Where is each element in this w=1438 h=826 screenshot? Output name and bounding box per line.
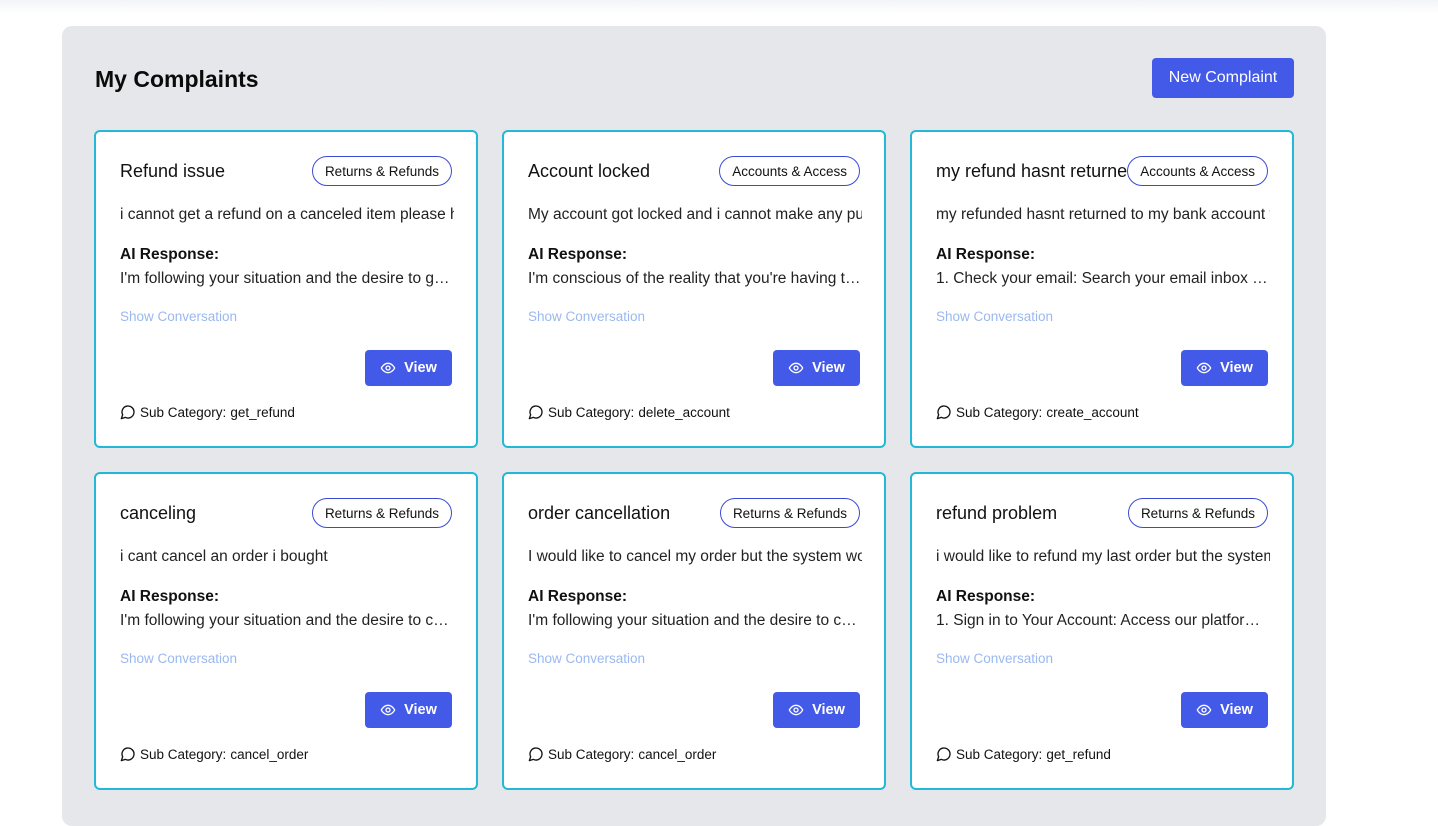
complaint-title: Account locked (528, 161, 651, 181)
complaint-description: i would like to refund my last order but… (936, 548, 1270, 565)
category-badge: Returns & Refunds (311, 498, 452, 528)
sub-category-value: cancel_order (230, 746, 309, 762)
ai-response-text: 1. Check your email: Search your email i… (936, 270, 1270, 287)
ai-response-label: AI Response: (528, 246, 628, 263)
show-conversation-link[interactable]: Show Conversation (120, 309, 237, 324)
sub-category-prefix: Sub Category: (140, 746, 227, 762)
chat-bubble-icon (528, 747, 543, 762)
ai-response-text: 1. Sign in to Your Account: Access our p… (936, 612, 1270, 629)
show-conversation-link[interactable]: Show Conversation (936, 651, 1053, 666)
view-button-label: View (1220, 702, 1253, 718)
category-label: Returns & Refunds (1140, 505, 1255, 521)
category-badge: Returns & Refunds (311, 156, 452, 186)
sub-category-value: create_account (1046, 404, 1139, 420)
top-bar (0, 0, 1438, 14)
eye-icon (1196, 362, 1212, 374)
eye-icon (788, 704, 804, 716)
category-badge: Accounts & Access (1127, 156, 1268, 186)
view-button-label: View (812, 360, 845, 376)
chat-bubble-icon (528, 405, 543, 420)
complaint-description: my refunded hasnt returned to my bank ac… (936, 206, 1270, 223)
eye-icon (788, 362, 804, 374)
eye-icon (1196, 704, 1212, 716)
category-label: Returns & Refunds (732, 505, 847, 521)
sub-category-value: cancel_order (638, 746, 717, 762)
view-button[interactable]: View (773, 350, 860, 386)
sub-category: Sub Category: cancel_order (528, 746, 716, 762)
complaint-card: my refund hasnt returned Accounts & Acce… (910, 130, 1294, 448)
category-label: Returns & Refunds (324, 163, 439, 179)
category-badge: Returns & Refunds (719, 498, 860, 528)
sub-category: Sub Category: cancel_order (120, 746, 308, 762)
complaint-description: i cannot get a refund on a canceled item… (120, 206, 454, 223)
complaint-description: i cant cancel an order i bought (120, 548, 328, 565)
category-label: Accounts & Access (1140, 163, 1255, 179)
category-label: Returns & Refunds (324, 505, 439, 521)
show-conversation-link[interactable]: Show Conversation (120, 651, 237, 666)
sub-category: Sub Category: get_refund (936, 746, 1111, 762)
sub-category: Sub Category: delete_account (528, 404, 730, 420)
view-button[interactable]: View (365, 350, 452, 386)
sub-category-prefix: Sub Category: (548, 746, 635, 762)
category-badge: Accounts & Access (719, 156, 860, 186)
view-button-label: View (1220, 360, 1253, 376)
complaints-panel: My Complaints New Complaint Refund issue… (62, 26, 1326, 826)
show-conversation-link[interactable]: Show Conversation (936, 309, 1053, 324)
complaint-title: canceling (120, 503, 197, 523)
view-button[interactable]: View (773, 692, 860, 728)
sub-category-prefix: Sub Category: (140, 404, 227, 420)
complaint-card: canceling Returns & Refunds i cant cance… (94, 472, 478, 790)
complaint-card: Refund issue Returns & Refunds i cannot … (94, 130, 478, 448)
sub-category-value: delete_account (638, 404, 730, 420)
eye-icon (380, 362, 396, 374)
view-button[interactable]: View (1181, 350, 1268, 386)
show-conversation-link[interactable]: Show Conversation (528, 309, 645, 324)
complaint-title: refund problem (936, 503, 1058, 523)
category-label: Accounts & Access (732, 163, 847, 179)
view-button-label: View (404, 702, 437, 718)
ai-response-text: I'm following your situation and the des… (120, 612, 454, 629)
ai-response-label: AI Response: (936, 588, 1036, 605)
sub-category-value: get_refund (230, 404, 295, 420)
chat-bubble-icon (936, 405, 951, 420)
sub-category: Sub Category: get_refund (120, 404, 295, 420)
sub-category-prefix: Sub Category: (956, 746, 1043, 762)
complaint-card: Account locked Accounts & Access My acco… (502, 130, 886, 448)
complaint-description: I would like to cancel my order but the … (528, 548, 862, 565)
ai-response-text: I'm following your situation and the des… (528, 612, 862, 629)
view-button[interactable]: View (1181, 692, 1268, 728)
complaint-description: My account got locked and i cannot make … (528, 206, 862, 223)
complaint-title: Refund issue (120, 161, 226, 181)
view-button-label: View (404, 360, 437, 376)
complaint-card: refund problem Returns & Refunds i would… (910, 472, 1294, 790)
view-button[interactable]: View (365, 692, 452, 728)
sub-category-value: get_refund (1046, 746, 1111, 762)
ai-response-label: AI Response: (120, 588, 220, 605)
ai-response-label: AI Response: (120, 246, 220, 263)
sub-category-prefix: Sub Category: (548, 404, 635, 420)
ai-response-text: I'm following your situation and the des… (120, 270, 454, 287)
ai-response-label: AI Response: (528, 588, 628, 605)
ai-response-text: I'm conscious of the reality that you're… (528, 270, 862, 287)
complaint-title: my refund hasnt returned (936, 161, 1138, 181)
eye-icon (380, 704, 396, 716)
complaint-card: order cancellation Returns & Refunds I w… (502, 472, 886, 790)
category-badge: Returns & Refunds (1127, 498, 1268, 528)
page-title: My Complaints (95, 66, 259, 92)
chat-bubble-icon (936, 747, 951, 762)
chat-bubble-icon (120, 405, 135, 420)
sub-category: Sub Category: create_account (936, 404, 1139, 420)
complaints-grid: Refund issue Returns & Refunds i cannot … (94, 130, 1294, 790)
complaint-title: order cancellation (528, 503, 671, 523)
ai-response-label: AI Response: (936, 246, 1036, 263)
new-complaint-button[interactable]: New Complaint (1152, 58, 1294, 98)
sub-category-prefix: Sub Category: (956, 404, 1043, 420)
show-conversation-link[interactable]: Show Conversation (528, 651, 645, 666)
view-button-label: View (812, 702, 845, 718)
chat-bubble-icon (120, 747, 135, 762)
